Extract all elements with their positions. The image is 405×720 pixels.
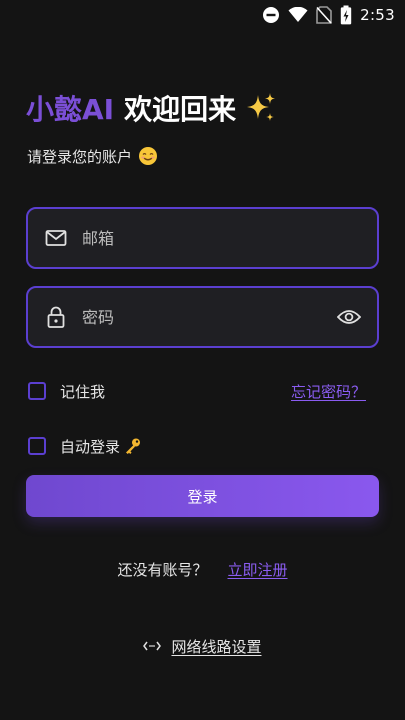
remember-me-label: 记住我 — [60, 382, 106, 401]
status-bar: 2:53 — [0, 0, 405, 30]
register-link[interactable]: 立即注册 — [228, 559, 288, 580]
register-question: 还没有账号？ — [117, 560, 208, 579]
no-sim-icon — [316, 6, 332, 24]
network-settings-label: 网络线路设置 — [171, 637, 262, 656]
remember-me-checkbox[interactable] — [28, 382, 46, 400]
subtitle: 请登录您的账户 — [27, 144, 158, 168]
status-time: 2:53 — [360, 6, 395, 24]
auto-login-checkbox[interactable] — [28, 437, 46, 455]
login-button[interactable]: 登录 — [26, 475, 379, 517]
eye-icon[interactable] — [335, 303, 363, 331]
auto-login-label: 自动登录 — [60, 437, 121, 456]
key-icon — [124, 437, 142, 455]
password-field[interactable] — [26, 286, 379, 348]
remember-me-row[interactable]: 记住我 — [28, 379, 105, 403]
subtitle-text: 请登录您的账户 — [27, 147, 133, 166]
auto-login-row[interactable]: 自动登录 — [28, 434, 142, 458]
password-input[interactable] — [82, 297, 335, 337]
mail-icon — [44, 226, 68, 250]
register-prompt: 还没有账号？ 立即注册 — [0, 557, 405, 581]
welcome-text: 欢迎回来 — [124, 93, 237, 126]
network-settings-link[interactable]: 网络线路设置 — [0, 634, 405, 658]
page-title: 小懿AI 欢迎回来 — [26, 86, 278, 130]
battery-charging-icon — [340, 5, 352, 25]
email-field[interactable] — [26, 207, 379, 269]
forgot-password-link[interactable]: 忘记密码？ — [291, 379, 366, 403]
lock-icon — [44, 305, 68, 329]
smiling-face-icon — [138, 146, 158, 166]
do-not-disturb-icon — [262, 6, 280, 24]
auto-login-label-wrap: 自动登录 — [60, 436, 142, 457]
wifi-icon — [288, 7, 308, 23]
sparkles-icon — [244, 91, 278, 125]
email-input[interactable] — [82, 218, 377, 258]
code-brackets-icon — [143, 640, 162, 652]
brand-name: 小懿AI — [26, 93, 115, 126]
